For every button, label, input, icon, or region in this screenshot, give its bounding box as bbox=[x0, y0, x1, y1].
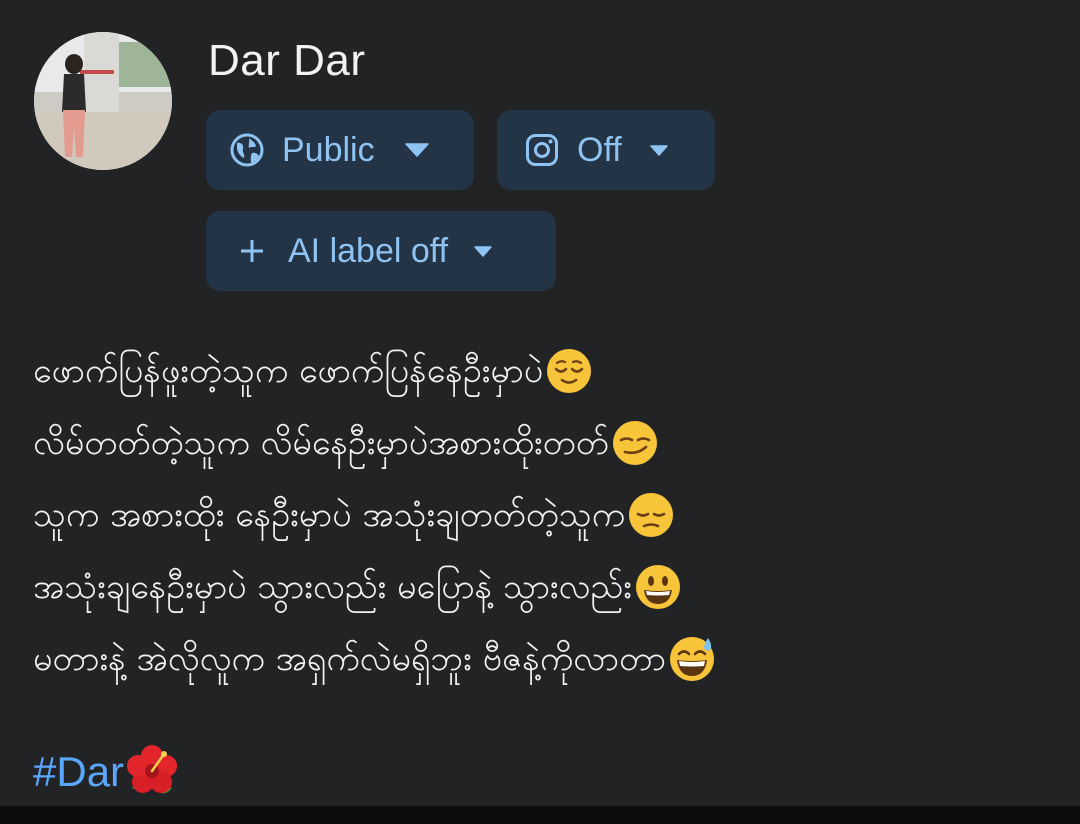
hashtag-link[interactable]: #Dar bbox=[33, 748, 124, 796]
ai-label-text: AI label off bbox=[288, 231, 449, 270]
post-line-text: မတားနဲ့ အဲလိုလူက အရှက်လဲမရှိဘူး ဗီဇနဲ့ကိ… bbox=[33, 639, 667, 679]
relieved-face-icon bbox=[547, 349, 592, 393]
hibiscus-icon bbox=[127, 745, 178, 794]
post-line: သူက အစားထိုး နေဦးမှာပဲ အသုံးချတတ်တဲ့သူက bbox=[33, 479, 1063, 551]
post-line-text: ဖောက်ပြန်ဖူးတဲ့သူက ဖောက်ပြန်နေဦးမှာပဲ bbox=[33, 351, 544, 391]
plus-icon bbox=[240, 239, 264, 263]
bottom-bar bbox=[0, 806, 1080, 824]
avatar[interactable] bbox=[34, 32, 172, 170]
post-line: အသုံးချနေဦးမှာပဲ သွားလည်း မပြောနဲ့ သွားလ… bbox=[33, 551, 1063, 623]
profile-photo bbox=[34, 32, 172, 170]
instagram-share-toggle-button[interactable]: Off bbox=[497, 110, 715, 190]
instagram-icon bbox=[525, 133, 559, 167]
pensive-face-icon bbox=[629, 493, 674, 537]
audience-label: Public bbox=[282, 130, 375, 169]
grinning-face-icon bbox=[635, 565, 680, 609]
caret-down-icon bbox=[649, 144, 668, 156]
post-line: ဖောက်ပြန်ဖူးတဲ့သူက ဖောက်ပြန်နေဦးမှာပဲ bbox=[33, 335, 1063, 407]
post-line: လိမ်တတ်တဲ့သူက လိမ်နေဦးမှာပဲအစားထိုးတတ် bbox=[33, 407, 1063, 479]
author-name[interactable]: Dar Dar bbox=[208, 36, 366, 86]
post-line-text: သူက အစားထိုး နေဦးမှာပဲ အသုံးချတတ်တဲ့သူက bbox=[33, 495, 626, 535]
post-line-text: အသုံးချနေဦးမှာပဲ သွားလည်း မပြောနဲ့ သွားလ… bbox=[33, 567, 632, 607]
smirking-face-icon bbox=[612, 421, 657, 465]
ai-label-button[interactable]: AI label off bbox=[206, 211, 556, 291]
post-text[interactable]: ဖောက်ပြန်ဖူးတဲ့သူက ဖောက်ပြန်နေဦးမှာပဲ လိ… bbox=[33, 335, 1063, 695]
grinning-face-with-sweat-icon bbox=[670, 637, 715, 681]
post-line: မတားနဲ့ အဲလိုလူက အရှက်လဲမရှိဘူး ဗီဇနဲ့ကိ… bbox=[33, 623, 1063, 695]
post-line-text: လိမ်တတ်တဲ့သူက လိမ်နေဦးမှာပဲအစားထိုးတတ် bbox=[33, 423, 609, 463]
hashtag-row: #Dar bbox=[33, 742, 180, 802]
caret-down-icon bbox=[474, 245, 492, 257]
globe-icon bbox=[230, 133, 264, 167]
audience-selector-button[interactable]: Public bbox=[206, 110, 474, 190]
caret-down-icon bbox=[404, 143, 429, 157]
instagram-label: Off bbox=[577, 130, 622, 169]
